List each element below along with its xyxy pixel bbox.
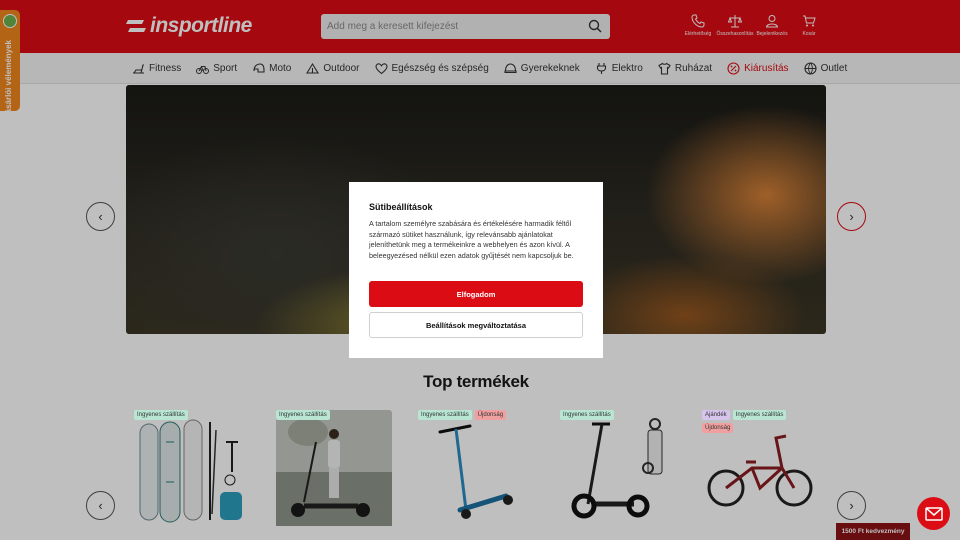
- free-shipping-badge: Ingyenes szállítás: [276, 410, 330, 420]
- login-label: Bejelentkezés: [756, 31, 788, 37]
- scooter-photo-image: [276, 410, 392, 526]
- category-nav: Fitness Sport Moto Outdoor Egészség és s…: [0, 53, 960, 84]
- compare-link[interactable]: Összehasonlítás: [717, 14, 753, 37]
- accept-cookies-button[interactable]: Elfogadom: [369, 281, 583, 307]
- plug-icon: [596, 63, 606, 74]
- envelope-icon: [924, 506, 943, 521]
- free-shipping-badge: Ingyenes szállítás: [418, 410, 472, 420]
- search-box: [321, 14, 610, 39]
- chat-button[interactable]: [917, 497, 950, 530]
- chevron-right-icon: ›: [849, 209, 854, 224]
- product-card[interactable]: Ingyenes szállítás Újdonság: [410, 402, 542, 540]
- nav-label: Outdoor: [323, 63, 360, 74]
- chevron-left-icon: ‹: [98, 498, 103, 513]
- nav-label: Ruházat: [674, 63, 713, 74]
- section-title: Top termékek: [423, 372, 529, 391]
- nav-item-moto[interactable]: Moto: [252, 62, 291, 75]
- banner-next-button[interactable]: ›: [837, 202, 866, 231]
- nav-item-clothing[interactable]: Ruházat: [658, 62, 712, 75]
- ball-icon: [804, 62, 817, 75]
- nav-item-sport[interactable]: Sport: [196, 62, 237, 75]
- reviews-side-tab[interactable]: Vásárlói vélemények: [0, 10, 20, 119]
- new-badge: Újdonság: [702, 423, 734, 433]
- product-carousel: Ingyenes szállítás Ingyenes szállítás In…: [126, 402, 826, 540]
- tent-icon: [306, 62, 320, 74]
- cap-icon: [504, 63, 517, 74]
- badge-check-icon: [3, 14, 17, 28]
- search-input[interactable]: [327, 14, 577, 39]
- nav-label: Kiárusítás: [744, 63, 789, 74]
- product-card[interactable]: Ajándék Ingyenes szállítás Újdonság: [694, 402, 826, 540]
- nav-item-health-beauty[interactable]: Egészség és szépség: [374, 62, 489, 75]
- treadmill-icon: [133, 64, 144, 74]
- e-scooter-image: [571, 418, 663, 519]
- chevron-right-icon: ›: [849, 498, 854, 513]
- nav-label: Fitness: [149, 63, 182, 74]
- contact-link[interactable]: Elérhetőség: [683, 14, 713, 37]
- cookie-modal: Sütibeállítások A tartalom személyre sza…: [349, 182, 603, 358]
- nav-item-outdoor[interactable]: Outdoor: [306, 62, 360, 75]
- nav-label: Elektro: [611, 63, 643, 74]
- compare-label: Összehasonlítás: [716, 31, 754, 37]
- nav-item-sale[interactable]: Kiárusítás: [727, 62, 789, 75]
- product-card[interactable]: Ingyenes szállítás: [552, 402, 684, 540]
- nav-item-kids[interactable]: Gyerekeknek: [504, 62, 580, 75]
- cart-icon: [803, 15, 816, 27]
- heart-icon: [374, 63, 388, 75]
- cookie-modal-title: Sütibeállítások: [369, 202, 433, 212]
- cookie-modal-text: A tartalom személyre szabására és értéke…: [369, 219, 574, 260]
- search-icon[interactable]: [588, 19, 602, 33]
- new-badge: Újdonság: [474, 410, 507, 420]
- nav-item-electro[interactable]: Elektro: [595, 62, 643, 75]
- free-shipping-badge: Ingyenes szállítás: [134, 410, 188, 420]
- scales-icon: [728, 15, 742, 28]
- free-shipping-badge: Ingyenes szállítás: [560, 410, 614, 420]
- products-prev-button[interactable]: ‹: [86, 491, 115, 520]
- nav-label: Moto: [269, 63, 292, 74]
- percent-icon: [727, 62, 740, 75]
- tshirt-icon: [658, 62, 671, 75]
- product-card[interactable]: Ingyenes szállítás: [268, 402, 400, 540]
- user-icon: [765, 15, 779, 28]
- logo-mark-icon: [126, 20, 146, 32]
- phone-icon: [691, 14, 705, 28]
- nav-item-outlet[interactable]: Outlet: [804, 62, 848, 75]
- nav-label: Egészség és szépség: [391, 63, 489, 74]
- site-header: insportline Elérhetőség Összehasonlítás …: [0, 0, 960, 53]
- login-link[interactable]: Bejelentkezés: [756, 14, 788, 37]
- products-next-button[interactable]: ›: [837, 491, 866, 520]
- contact-label: Elérhetőség: [684, 31, 712, 37]
- cart-link[interactable]: Kosár: [794, 14, 824, 37]
- helmet-icon: [253, 63, 265, 73]
- nav-label: Outlet: [820, 63, 848, 74]
- logo[interactable]: insportline: [126, 14, 252, 38]
- free-shipping-badge: Ingyenes szállítás: [732, 410, 787, 420]
- reviews-label: Vásárlói vélemények: [4, 40, 13, 119]
- discount-banner[interactable]: 1500 Ft kedvezmény: [836, 523, 910, 540]
- banner-prev-button[interactable]: ‹: [86, 202, 115, 231]
- chevron-left-icon: ‹: [98, 209, 103, 224]
- nav-label: Sport: [213, 63, 238, 74]
- nav-label: Gyerekeknek: [520, 63, 580, 74]
- paddleboard-image: [139, 419, 242, 523]
- bicycle-icon: [196, 66, 210, 74]
- product-card[interactable]: Ingyenes szállítás: [126, 402, 258, 540]
- logo-text: insportline: [150, 14, 252, 37]
- stunt-scooter-image: [438, 424, 513, 519]
- cookie-settings-button[interactable]: Beállítások megváltoztatása: [369, 312, 583, 338]
- gift-badge: Ajándék: [702, 410, 730, 420]
- cart-label: Kosár: [802, 31, 816, 37]
- nav-item-fitness[interactable]: Fitness: [132, 62, 181, 75]
